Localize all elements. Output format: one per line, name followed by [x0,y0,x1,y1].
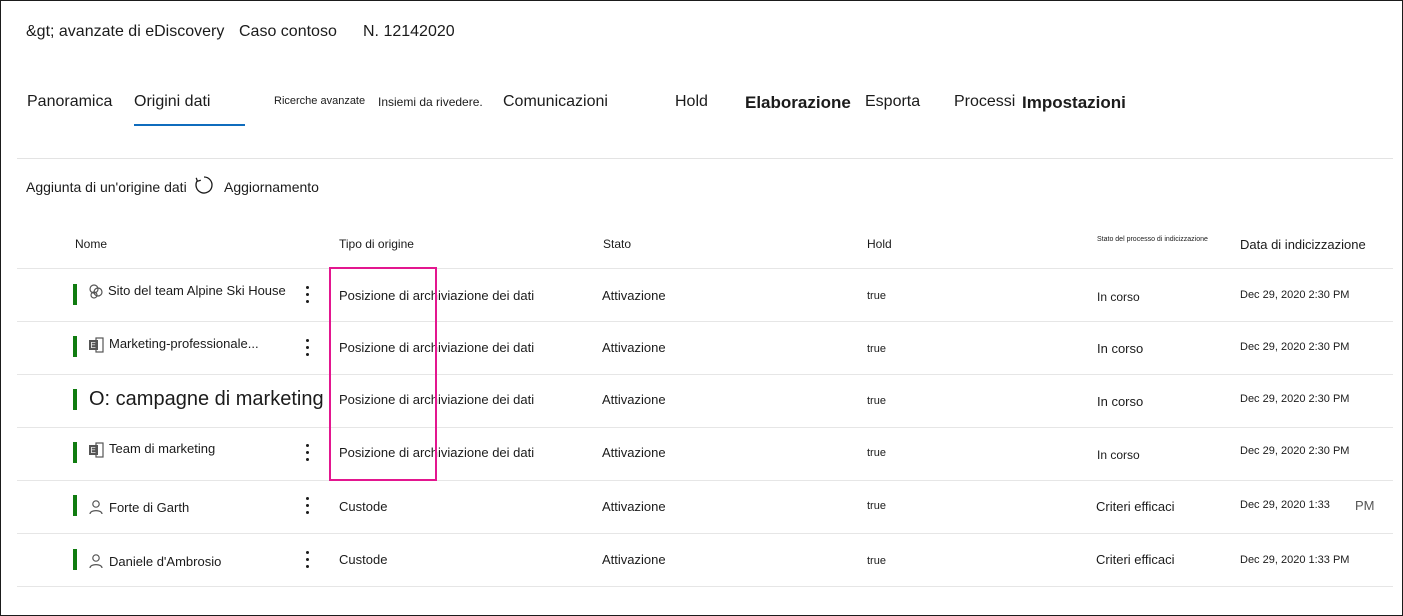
tab-hold[interactable]: Hold [675,93,708,111]
row-status: Attivazione [602,552,666,567]
column-header-name[interactable]: Nome [75,237,107,251]
status-indicator [73,389,77,410]
tab-ricerche-avanzate[interactable]: Ricerche avanzate [274,95,365,107]
row-divider [17,480,1393,481]
row-index-status: In corso [1097,341,1144,356]
case-number: N. 12142020 [363,23,455,40]
refresh-button[interactable]: Aggiornamento [224,179,319,195]
row-index-status: In corso [1097,394,1144,409]
row-name[interactable]: O: campagne di marketing [89,388,324,411]
tab-panoramica[interactable]: Panoramica [27,93,112,111]
add-data-source-button[interactable]: Aggiunta di un'origine dati [26,179,187,195]
row-divider [17,374,1393,375]
tab-elaborazione[interactable]: Elaborazione [745,93,851,113]
row-index-date: Dec 29, 2020 2:30 PM [1240,393,1350,405]
tab-esporta[interactable]: Esporta [865,93,920,111]
row-source-type: Custode [339,499,388,514]
row-source-type: Posizione di archiviazione dei dati [339,288,535,303]
exchange-icon: E [89,442,104,458]
app-window: &gt; avanzate di eDiscovery Caso contoso… [0,0,1403,616]
row-name[interactable]: Marketing-professionale... [109,336,259,351]
row-index-status: In corso [1097,448,1140,462]
status-indicator [73,284,77,305]
more-options-icon[interactable] [301,443,315,463]
tab-processi[interactable]: Processi [954,93,1015,111]
refresh-icon[interactable] [194,175,214,195]
tabs-divider [17,158,1393,159]
row-index-date: Dec 29, 2020 1:33 PM [1240,554,1350,566]
more-options-icon[interactable] [301,550,315,570]
svg-text:E: E [91,446,96,455]
more-options-icon[interactable] [301,338,315,358]
row-status: Attivazione [602,445,666,460]
row-source-type: Custode [339,552,388,567]
person-icon [89,500,103,515]
column-header-source-type[interactable]: Tipo di origine [339,237,414,251]
row-hold: true [867,395,886,407]
row-hold: true [867,343,886,355]
status-indicator [73,549,77,570]
row-name[interactable]: Team di marketing [109,441,215,456]
row-divider [17,321,1393,322]
status-indicator [73,442,77,463]
row-divider [17,268,1393,269]
row-name[interactable]: Forte di Garth [109,500,189,515]
row-hold: true [867,500,886,512]
more-options-icon[interactable] [301,285,315,305]
status-indicator [73,336,77,357]
row-name[interactable]: Sito del team Alpine Ski House [108,283,286,298]
row-status: Attivazione [602,392,666,407]
row-index-status: In corso [1097,290,1140,304]
row-divider [17,533,1393,534]
row-index-date: Dec 29, 2020 2:30 PM [1240,445,1350,457]
tab-comunicazioni[interactable]: Comunicazioni [503,93,608,111]
row-hold: true [867,555,886,567]
row-source-type: Posizione di archiviazione dei dati [339,392,535,407]
row-name[interactable]: Daniele d'Ambrosio [109,554,221,569]
row-source-type: Posizione di archiviazione dei dati [339,340,535,355]
row-status: Attivazione [602,499,666,514]
person-icon [89,554,103,569]
tab-origini-dati[interactable]: Origini dati [134,93,210,111]
case-name: Caso contoso [239,23,337,40]
row-divider [17,586,1393,587]
column-header-index-status[interactable]: Stato del processo di indicizzazione [1097,236,1208,243]
row-index-status: Criteri efficaci [1096,552,1175,567]
row-index-date: Dec 29, 2020 2:30 PM [1240,289,1350,301]
column-header-index-date[interactable]: Data di indicizzazione [1240,237,1366,252]
more-options-icon[interactable] [301,496,315,516]
row-index-date-suffix: PM [1355,498,1375,513]
tab-selected-indicator [134,124,245,126]
row-status: Attivazione [602,288,666,303]
svg-text:E: E [91,341,96,350]
row-index-date: Dec 29, 2020 2:30 PM [1240,341,1350,353]
row-index-date: Dec 29, 2020 1:33 [1240,499,1330,511]
tab-insiemi-da-rivedere[interactable]: Insiemi da rivedere. [378,95,483,109]
row-status: Attivazione [602,340,666,355]
breadcrumb-root[interactable]: &gt; avanzate di eDiscovery [26,23,224,41]
row-divider [17,427,1393,428]
row-source-type: Posizione di archiviazione dei dati [339,445,535,460]
row-hold: true [867,290,886,302]
row-hold: true [867,447,886,459]
column-header-hold[interactable]: Hold [867,237,892,251]
tab-impostazioni[interactable]: Impostazioni [1022,93,1126,113]
exchange-icon: E [89,337,104,353]
column-header-status[interactable]: Stato [603,237,631,251]
status-indicator [73,495,77,516]
row-index-status: Criteri efficaci [1096,499,1175,514]
sharepoint-icon [89,284,103,299]
